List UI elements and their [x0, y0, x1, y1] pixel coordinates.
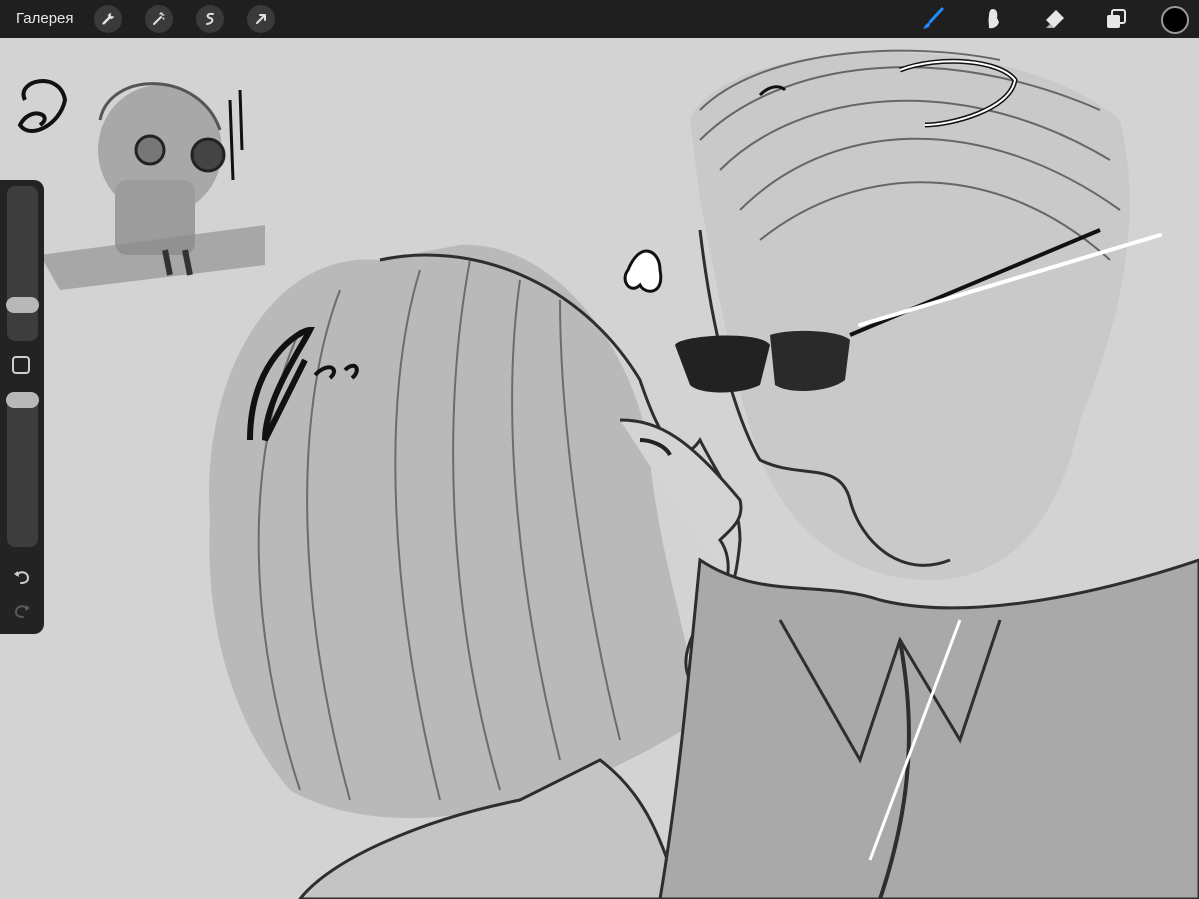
- smudge-button[interactable]: [978, 4, 1008, 34]
- eraser-icon: [1046, 10, 1064, 28]
- undo-icon[interactable]: [11, 566, 33, 588]
- layers-icon: [1107, 9, 1126, 28]
- brush-icon: [923, 7, 944, 29]
- artwork-sketch: [17, 49, 1199, 899]
- opacity-thumb[interactable]: [6, 392, 39, 408]
- selection-button[interactable]: [196, 5, 224, 33]
- color-picker-button[interactable]: [1161, 6, 1189, 34]
- wrench-icon: [102, 13, 114, 25]
- gallery-button[interactable]: Галерея: [16, 10, 74, 27]
- smudge-icon: [988, 9, 999, 29]
- magic-wand-icon: [153, 12, 165, 25]
- top-toolbar: Галерея: [0, 0, 1199, 38]
- modify-button[interactable]: [12, 356, 30, 374]
- redo-icon[interactable]: [11, 600, 33, 622]
- drawing-canvas[interactable]: [0, 38, 1199, 899]
- opacity-slider[interactable]: [6, 392, 39, 547]
- brush-size-thumb[interactable]: [6, 297, 39, 314]
- brush-sidebar: [0, 180, 44, 634]
- adjustments-button[interactable]: [145, 5, 173, 33]
- chibi-doodle: [17, 79, 265, 290]
- eraser-button[interactable]: [1040, 4, 1070, 34]
- brush-button[interactable]: [918, 4, 948, 34]
- brush-size-slider[interactable]: [6, 186, 39, 341]
- layers-button[interactable]: [1101, 4, 1131, 34]
- selection-icon: [206, 12, 214, 25]
- transform-arrow-icon: [256, 14, 266, 24]
- actions-button[interactable]: [94, 5, 122, 33]
- transform-button[interactable]: [247, 5, 275, 33]
